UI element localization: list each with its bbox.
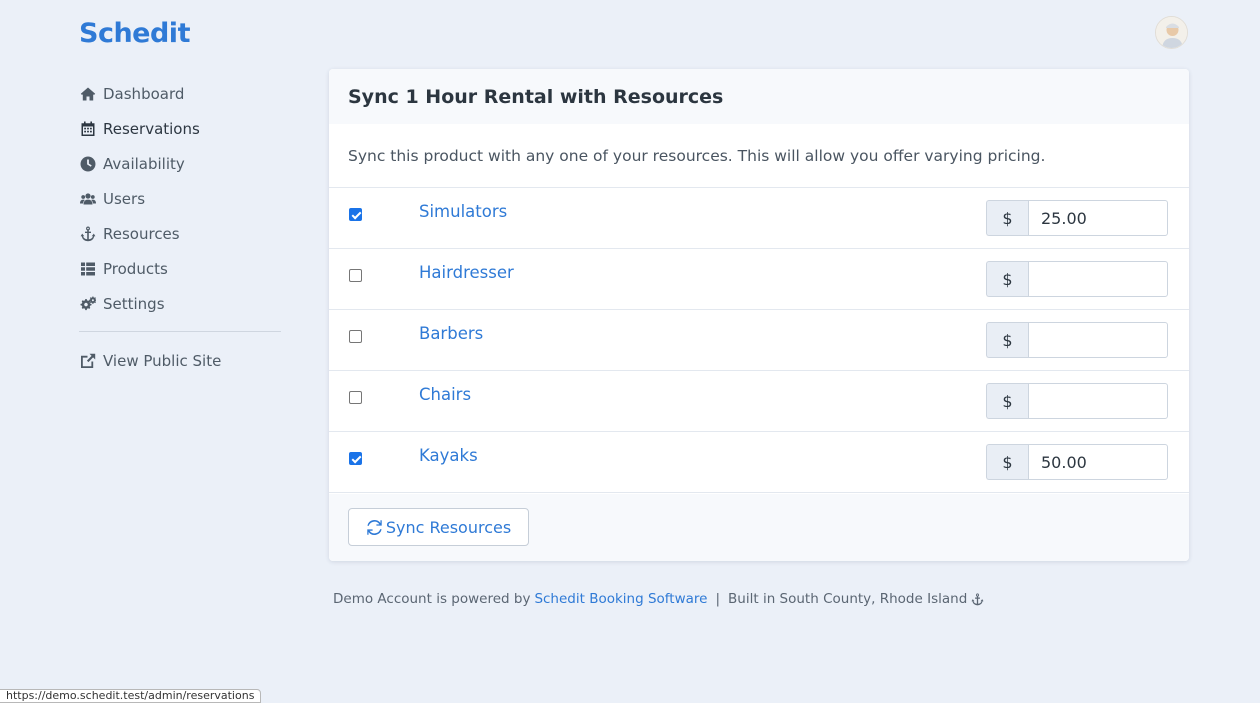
price-input-group: $: [986, 444, 1168, 480]
sidebar-item-label: Products: [103, 259, 168, 278]
resource-checkbox[interactable]: [349, 269, 362, 282]
resource-row: Kayaks $: [329, 432, 1189, 493]
sidebar-item-settings[interactable]: Settings: [79, 286, 281, 321]
calendar-icon: [79, 120, 97, 138]
sidebar: Dashboard Reservations Availability User…: [79, 76, 281, 378]
footer-suffix: Built in South County, Rhode Island: [728, 591, 968, 607]
brand-logo[interactable]: Schedit: [79, 18, 190, 49]
sidebar-item-label: Availability: [103, 154, 185, 173]
currency-addon: $: [986, 200, 1028, 236]
resource-row: Barbers $: [329, 310, 1189, 371]
price-input-group: $: [986, 322, 1168, 358]
resource-name-link[interactable]: Simulators: [419, 202, 507, 221]
price-input-group: $: [986, 200, 1168, 236]
sidebar-item-dashboard[interactable]: Dashboard: [79, 76, 281, 111]
resource-checkbox[interactable]: [349, 452, 362, 465]
view-public-site-link[interactable]: View Public Site: [79, 343, 281, 378]
sidebar-divider: [79, 331, 281, 332]
resource-checkbox[interactable]: [349, 208, 362, 221]
price-input[interactable]: [1028, 383, 1168, 419]
resource-name-link[interactable]: Hairdresser: [419, 263, 514, 282]
resource-row: Simulators $: [329, 188, 1189, 249]
sidebar-item-availability[interactable]: Availability: [79, 146, 281, 181]
resource-row: Chairs $: [329, 371, 1189, 432]
price-input-group: $: [986, 261, 1168, 297]
card-title: Sync 1 Hour Rental with Resources: [329, 69, 1189, 124]
view-public-site-label: View Public Site: [103, 351, 222, 370]
browser-status-url: https://demo.schedit.test/admin/reservat…: [0, 689, 262, 703]
clock-icon: [79, 155, 97, 173]
currency-addon: $: [986, 383, 1028, 419]
anchor-icon: [971, 592, 984, 605]
price-input[interactable]: [1028, 200, 1168, 236]
footer-prefix: Demo Account is powered by: [333, 591, 531, 607]
footer-link[interactable]: Schedit Booking Software: [534, 591, 707, 607]
resource-row: Hairdresser $: [329, 249, 1189, 310]
sidebar-item-label: Reservations: [103, 119, 200, 138]
anchor-icon: [79, 225, 97, 243]
sidebar-item-reservations[interactable]: Reservations: [79, 111, 281, 146]
sidebar-item-users[interactable]: Users: [79, 181, 281, 216]
sync-button-label: Sync Resources: [385, 517, 512, 537]
home-icon: [79, 85, 97, 103]
resource-checkbox[interactable]: [349, 330, 362, 343]
card-description: Sync this product with any one of your r…: [329, 124, 1189, 188]
resource-name-link[interactable]: Kayaks: [419, 446, 478, 465]
user-avatar[interactable]: [1155, 16, 1188, 49]
resource-name-link[interactable]: Chairs: [419, 385, 471, 404]
price-input[interactable]: [1028, 322, 1168, 358]
resource-checkbox[interactable]: [349, 391, 362, 404]
list-icon: [79, 260, 97, 278]
currency-addon: $: [986, 322, 1028, 358]
sync-icon: [367, 519, 382, 535]
sidebar-item-label: Users: [103, 189, 146, 208]
page-footer: Demo Account is powered by Schedit Booki…: [333, 591, 984, 607]
card-footer: Sync Resources: [329, 494, 1189, 561]
sync-resources-card: Sync 1 Hour Rental with Resources Sync t…: [329, 69, 1189, 561]
currency-addon: $: [986, 444, 1028, 480]
sidebar-item-label: Dashboard: [103, 84, 185, 103]
resource-name-link[interactable]: Barbers: [419, 324, 483, 343]
sidebar-item-products[interactable]: Products: [79, 251, 281, 286]
users-icon: [79, 190, 97, 208]
sync-resources-button[interactable]: Sync Resources: [348, 508, 529, 546]
price-input[interactable]: [1028, 261, 1168, 297]
sidebar-item-resources[interactable]: Resources: [79, 216, 281, 251]
price-input-group: $: [986, 383, 1168, 419]
price-input[interactable]: [1028, 444, 1168, 480]
gears-icon: [79, 295, 97, 313]
footer-separator: |: [715, 591, 721, 607]
currency-addon: $: [986, 261, 1028, 297]
external-link-icon: [79, 352, 97, 370]
sidebar-item-label: Settings: [103, 294, 165, 313]
sidebar-item-label: Resources: [103, 224, 180, 243]
